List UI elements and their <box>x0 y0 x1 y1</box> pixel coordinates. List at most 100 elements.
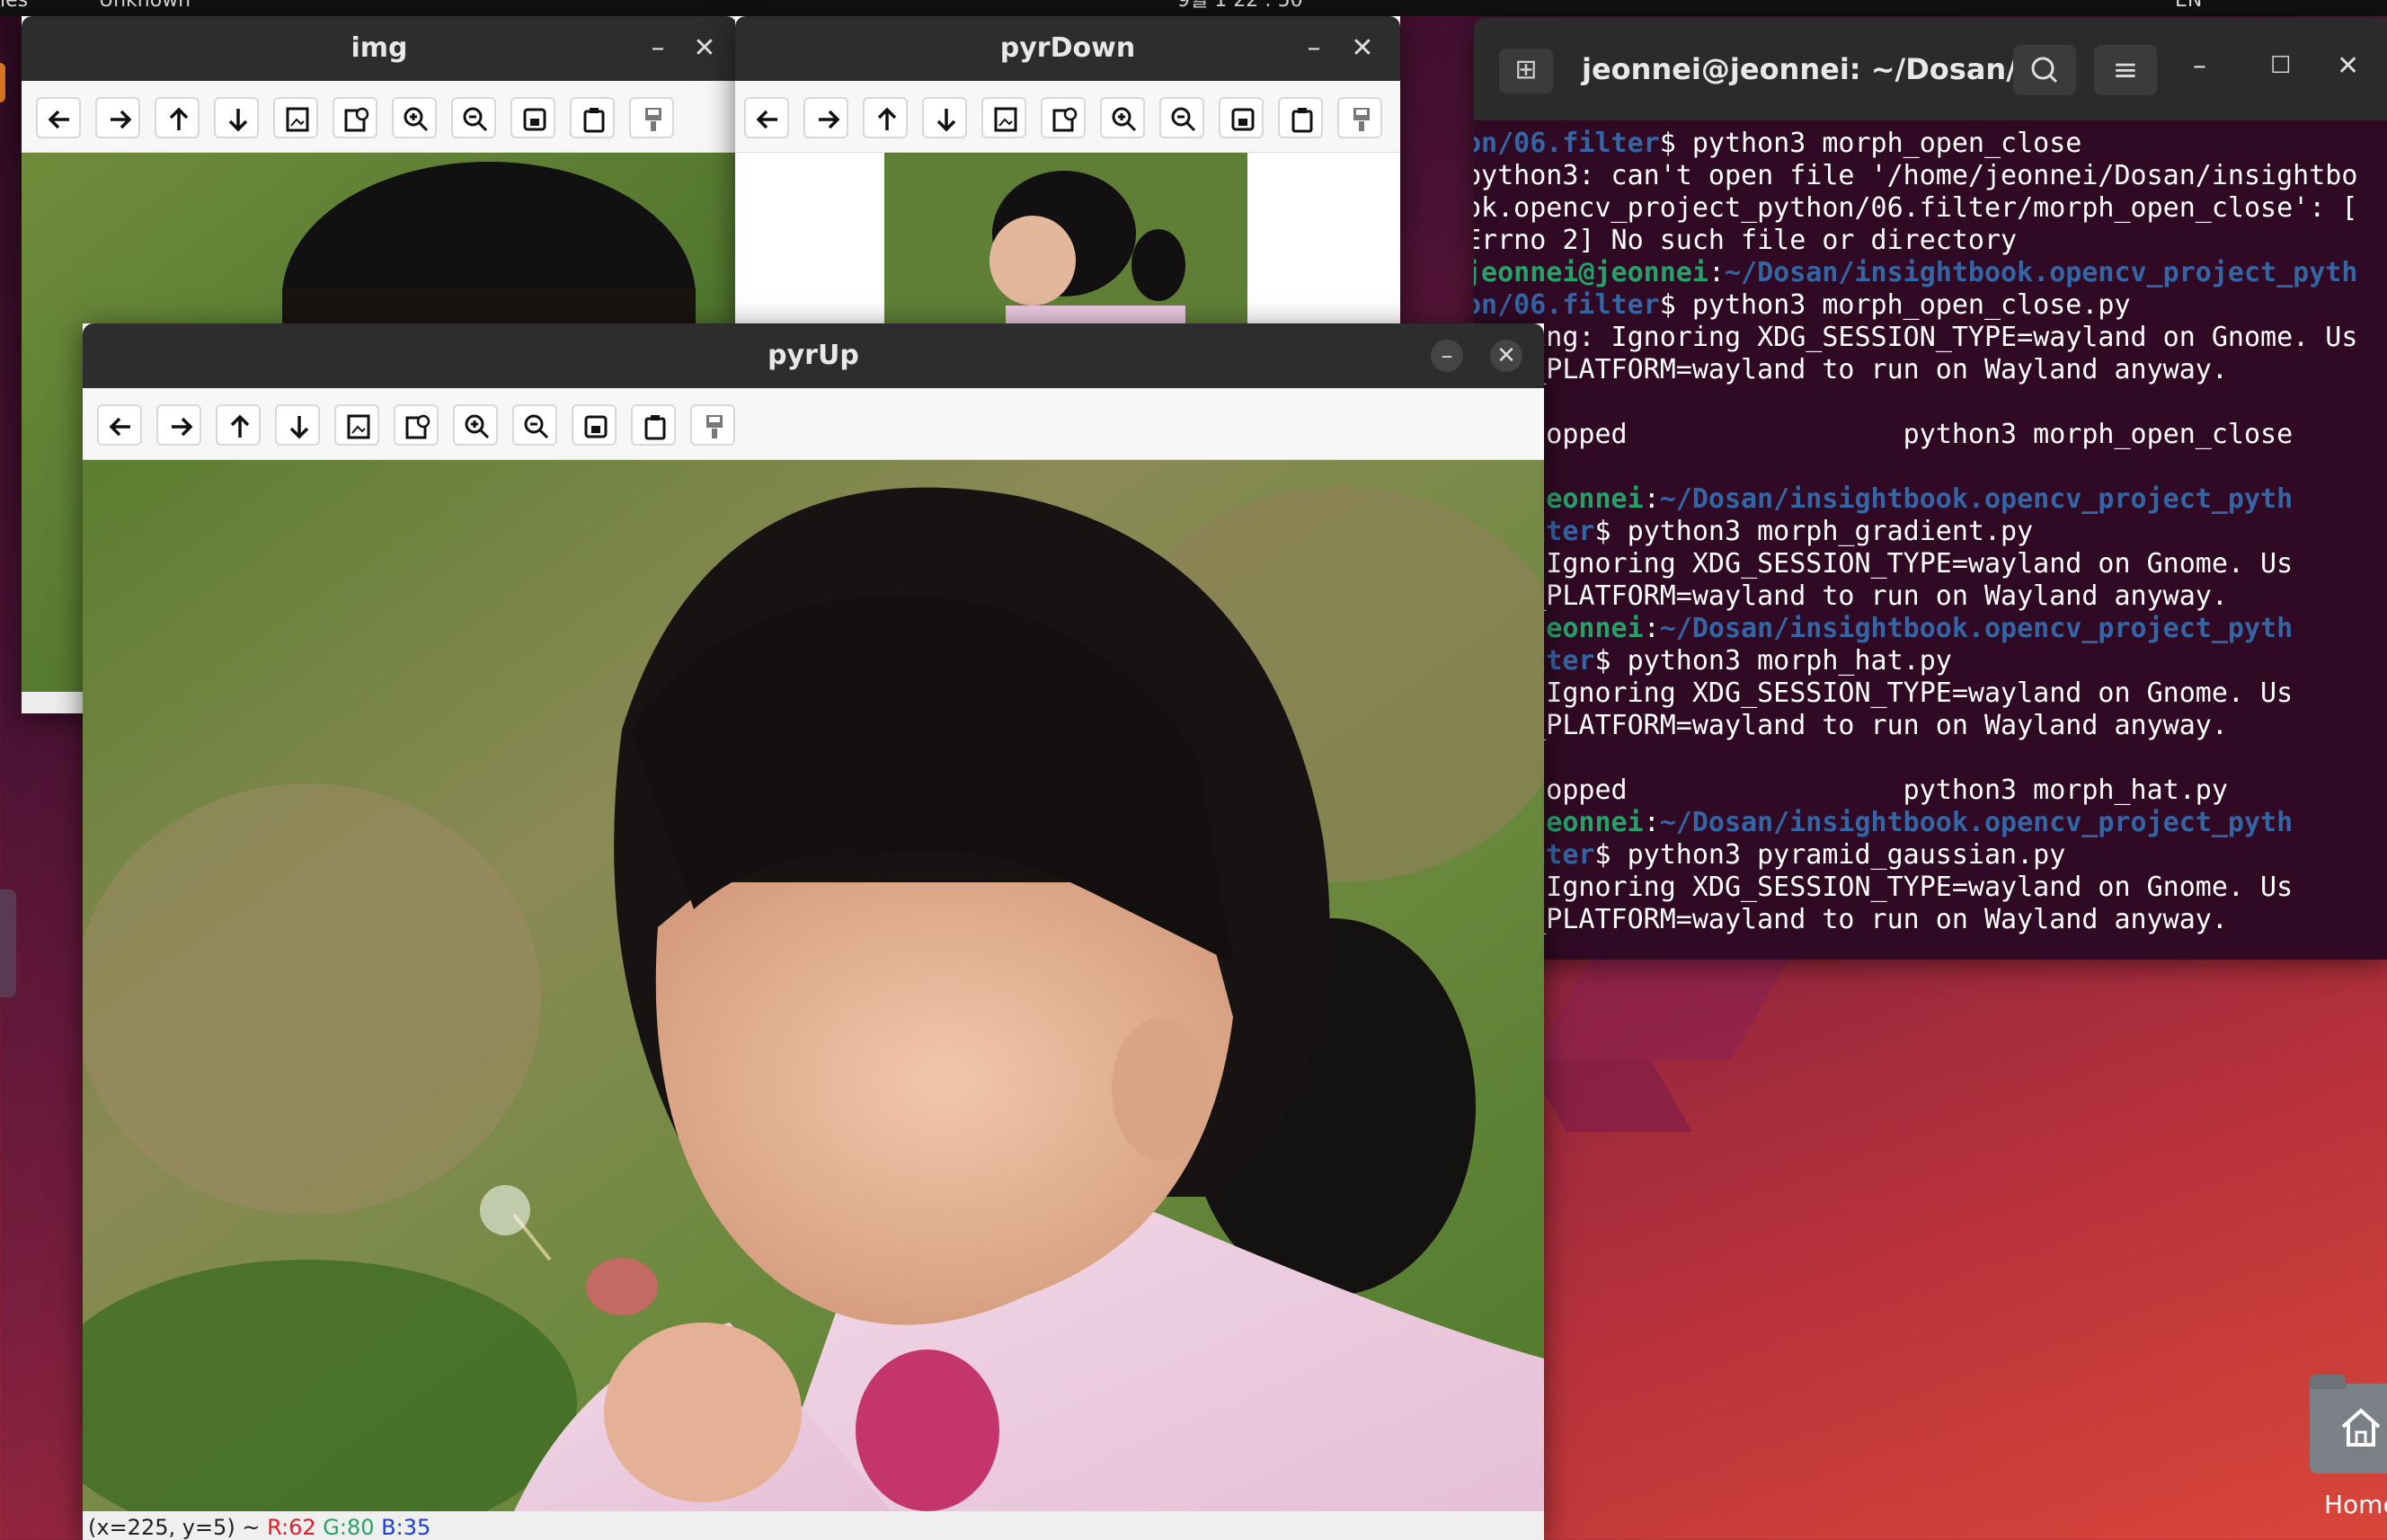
pan-right-icon <box>111 110 132 129</box>
window-titlebar[interactable]: pyrDown – ✕ <box>735 16 1400 81</box>
pan-right-button[interactable] <box>803 97 848 138</box>
terminal-line: jeonnei@jeonnei:~/Dosan/insightbook.open… <box>1474 257 2358 288</box>
minimize-button[interactable]: – <box>1431 340 1463 372</box>
zoom-reset-button[interactable] <box>273 97 318 138</box>
zoom-in-button[interactable] <box>1100 97 1145 138</box>
terminal-output[interactable]: on/06.filter$ python3 morph_open_close py… <box>1474 128 2387 936</box>
zoom-out-button[interactable] <box>512 404 557 446</box>
pan-up-button[interactable] <box>216 404 261 446</box>
home-folder-shortcut[interactable]: Home <box>2301 1375 2387 1519</box>
pan-up-icon <box>169 107 189 130</box>
zoom-fit-icon <box>405 414 430 439</box>
pan-left-button[interactable] <box>97 404 142 446</box>
terminal-line: Warning: Ignoring XDG_SESSION_TYPE=wayla… <box>1474 322 2358 353</box>
image-view[interactable] <box>884 153 1247 341</box>
minimize-button[interactable]: – <box>2193 50 2206 82</box>
zoom-in-icon <box>404 107 429 132</box>
zoom-reset-button[interactable] <box>981 97 1026 138</box>
wallpaper-shape <box>1532 952 1793 1060</box>
dock-handle[interactable] <box>0 889 16 997</box>
pan-up-button[interactable] <box>863 97 908 138</box>
close-button[interactable]: ✕ <box>2337 50 2359 82</box>
pan-down-button[interactable] <box>214 97 259 138</box>
blue-value: B:35 <box>381 1515 431 1540</box>
window-titlebar[interactable]: img – ✕ <box>22 16 737 81</box>
image-view[interactable] <box>83 460 1544 1511</box>
terminal-line: nei@jeonnei:~/Dosan/insightbook.opencv_p… <box>1474 807 2294 838</box>
pan-left-icon <box>48 110 69 129</box>
properties-button[interactable] <box>629 97 674 138</box>
copy-clipboard-button[interactable] <box>570 97 615 138</box>
save-button[interactable] <box>1219 97 1264 138</box>
clock-label[interactable]: 9월 1 22 : 50 <box>1177 0 1303 11</box>
minimize-button[interactable]: – <box>1298 32 1330 65</box>
save-icon <box>584 415 608 438</box>
terminal-line: _QPA_PLATFORM=wayland to run on Wayland … <box>1474 710 2228 741</box>
pan-left-icon <box>109 417 130 437</box>
pan-down-button[interactable] <box>275 404 320 446</box>
zoom-out-button[interactable] <box>451 97 496 138</box>
zoom-in-icon <box>1112 107 1137 132</box>
activities-label[interactable]: ies <box>0 0 28 11</box>
pan-right-button[interactable] <box>95 97 140 138</box>
properties-icon <box>1353 108 1370 131</box>
pan-left-button[interactable] <box>36 97 81 138</box>
status-bar: (x=225, y=5) ~ R:62 G:80 B:35 <box>83 1511 1544 1540</box>
pan-left-icon <box>756 110 777 129</box>
pan-down-icon <box>289 416 309 439</box>
close-button[interactable]: ✕ <box>1346 32 1379 65</box>
pan-right-button[interactable] <box>156 404 201 446</box>
zoom-out-icon <box>1171 107 1196 132</box>
zoom-reset-icon <box>286 107 309 132</box>
zoom-fit-button[interactable] <box>394 404 439 446</box>
cursor-coords: (x=225, y=5) ~ <box>88 1515 261 1540</box>
new-tab-button[interactable]: ⊞ <box>1499 49 1553 93</box>
pan-left-button[interactable] <box>744 97 789 138</box>
terminal-line: ok.opencv_project_python/06.filter/morph… <box>1474 192 2358 224</box>
terminal-window[interactable]: ⊞ jeonnei@jeonnei: ~/Dosan/i... ≡ – ☐ ✕ … <box>1474 18 2387 960</box>
zoom-in-icon <box>465 414 490 439</box>
photo-image <box>83 460 1544 1511</box>
close-button[interactable]: ✕ <box>688 32 721 65</box>
language-indicator[interactable]: EN <box>2175 0 2202 11</box>
properties-button[interactable] <box>690 404 735 446</box>
maximize-button[interactable]: ☐ <box>2270 52 2291 79</box>
terminal-headerbar[interactable]: ⊞ jeonnei@jeonnei: ~/Dosan/i... ≡ – ☐ ✕ <box>1474 18 2387 120</box>
pan-up-button[interactable] <box>155 97 200 138</box>
pan-right-icon <box>172 417 193 437</box>
save-button[interactable] <box>572 404 617 446</box>
close-button[interactable]: ✕ <box>1490 340 1522 372</box>
terminal-line: ing: Ignoring XDG_SESSION_TYPE=wayland o… <box>1474 872 2294 903</box>
terminal-line: 6.filter$ python3 pyramid_gaussian.py <box>1474 839 2066 871</box>
zoom-in-button[interactable] <box>392 97 437 138</box>
app-menu-label[interactable]: Unknown <box>99 0 191 11</box>
terminal-line: nei@jeonnei:~/Dosan/insightbook.opencv_p… <box>1474 613 2294 644</box>
properties-icon <box>645 108 661 131</box>
terminal-line: _QPA_PLATFORM=wayland to run on Wayland … <box>1474 354 2228 385</box>
pan-down-button[interactable] <box>922 97 967 138</box>
save-icon <box>523 108 546 131</box>
terminal-line: on/06.filter$ python3 morph_open_close.p… <box>1474 289 2131 321</box>
window-title: pyrUp <box>768 340 859 371</box>
zoom-reset-button[interactable] <box>334 404 379 446</box>
zoom-fit-button[interactable] <box>1041 97 1086 138</box>
search-button[interactable] <box>2013 45 2076 95</box>
copy-clipboard-button[interactable] <box>1278 97 1323 138</box>
toolbar <box>735 81 1400 153</box>
window-pyrdown[interactable]: pyrDown – ✕ <box>735 16 1400 341</box>
hamburger-menu-button[interactable]: ≡ <box>2094 45 2157 95</box>
zoom-out-button[interactable] <box>1159 97 1204 138</box>
window-titlebar[interactable]: pyrUp – ✕ <box>83 323 1544 388</box>
terminal-line: + Stopped python3 morph_hat.py <box>1474 774 2228 806</box>
zoom-in-button[interactable] <box>453 404 498 446</box>
zoom-fit-button[interactable] <box>333 97 377 138</box>
terminal-line: ing: Ignoring XDG_SESSION_TYPE=wayland o… <box>1474 548 2294 580</box>
minimize-button[interactable]: – <box>642 32 674 65</box>
terminal-line: 6.filter$ python3 morph_gradient.py <box>1474 516 2034 547</box>
photo-image <box>884 153 1247 341</box>
save-button[interactable] <box>510 97 555 138</box>
copy-clipboard-button[interactable] <box>631 404 676 446</box>
properties-button[interactable] <box>1337 97 1382 138</box>
window-pyrup[interactable]: pyrUp – ✕ (x=225, y=5) ~ R:62 G:80 B:35 <box>83 323 1544 1540</box>
